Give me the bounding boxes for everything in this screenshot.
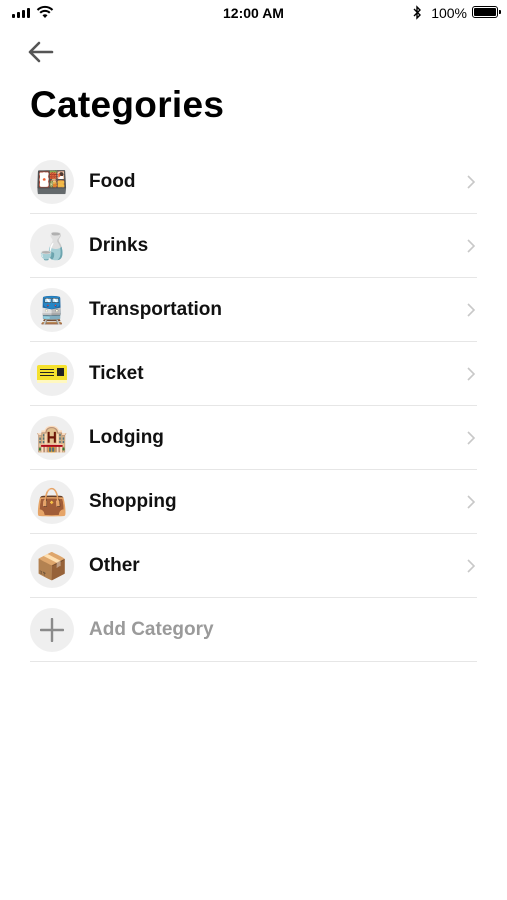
category-label: Shopping <box>89 490 177 512</box>
add-category-label: Add Category <box>89 618 214 640</box>
chevron-right-icon <box>467 494 476 509</box>
chevron-right-icon <box>467 558 476 573</box>
category-row-transportation[interactable]: 🚆 Transportation <box>30 278 477 342</box>
category-label: Lodging <box>89 426 164 448</box>
category-list: 🍱 Food 🍶 Drinks 🚆 Transportation Ticket … <box>30 150 477 662</box>
handbag-icon: 👜 <box>30 479 74 524</box>
battery-percentage: 100% <box>431 5 467 21</box>
package-icon: 📦 <box>30 543 74 588</box>
chevron-right-icon <box>467 366 476 381</box>
status-bar: 12:00 AM 100% <box>0 0 507 26</box>
bento-box-icon: 🍱 <box>30 159 74 204</box>
category-label: Food <box>89 170 136 192</box>
category-label: Ticket <box>89 362 144 384</box>
category-label: Drinks <box>89 234 149 256</box>
add-category-button[interactable]: Add Category <box>30 598 477 662</box>
category-row-other[interactable]: 📦 Other <box>30 534 477 598</box>
chevron-right-icon <box>467 302 476 317</box>
chevron-right-icon <box>467 238 476 253</box>
category-row-drinks[interactable]: 🍶 Drinks <box>30 214 477 278</box>
battery-icon <box>472 6 501 18</box>
train-icon: 🚆 <box>30 287 74 332</box>
ticket-icon <box>37 364 67 383</box>
plus-icon-circle <box>30 607 74 652</box>
category-row-ticket[interactable]: Ticket <box>30 342 477 406</box>
hotel-icon: 🏨 <box>30 415 74 460</box>
category-row-lodging[interactable]: 🏨 Lodging <box>30 406 477 470</box>
category-row-shopping[interactable]: 👜 Shopping <box>30 470 477 534</box>
chevron-right-icon <box>467 174 476 189</box>
chevron-right-icon <box>467 430 476 445</box>
plus-icon <box>40 617 64 642</box>
arrow-left-icon <box>28 41 54 63</box>
sake-icon: 🍶 <box>30 223 74 268</box>
category-row-food[interactable]: 🍱 Food <box>30 150 477 214</box>
ticket-icon-circle <box>30 351 74 396</box>
category-label: Transportation <box>89 298 223 320</box>
back-button[interactable] <box>26 40 56 66</box>
bluetooth-icon <box>413 5 421 20</box>
category-label: Other <box>89 554 140 576</box>
page-title: Categories <box>30 84 225 125</box>
